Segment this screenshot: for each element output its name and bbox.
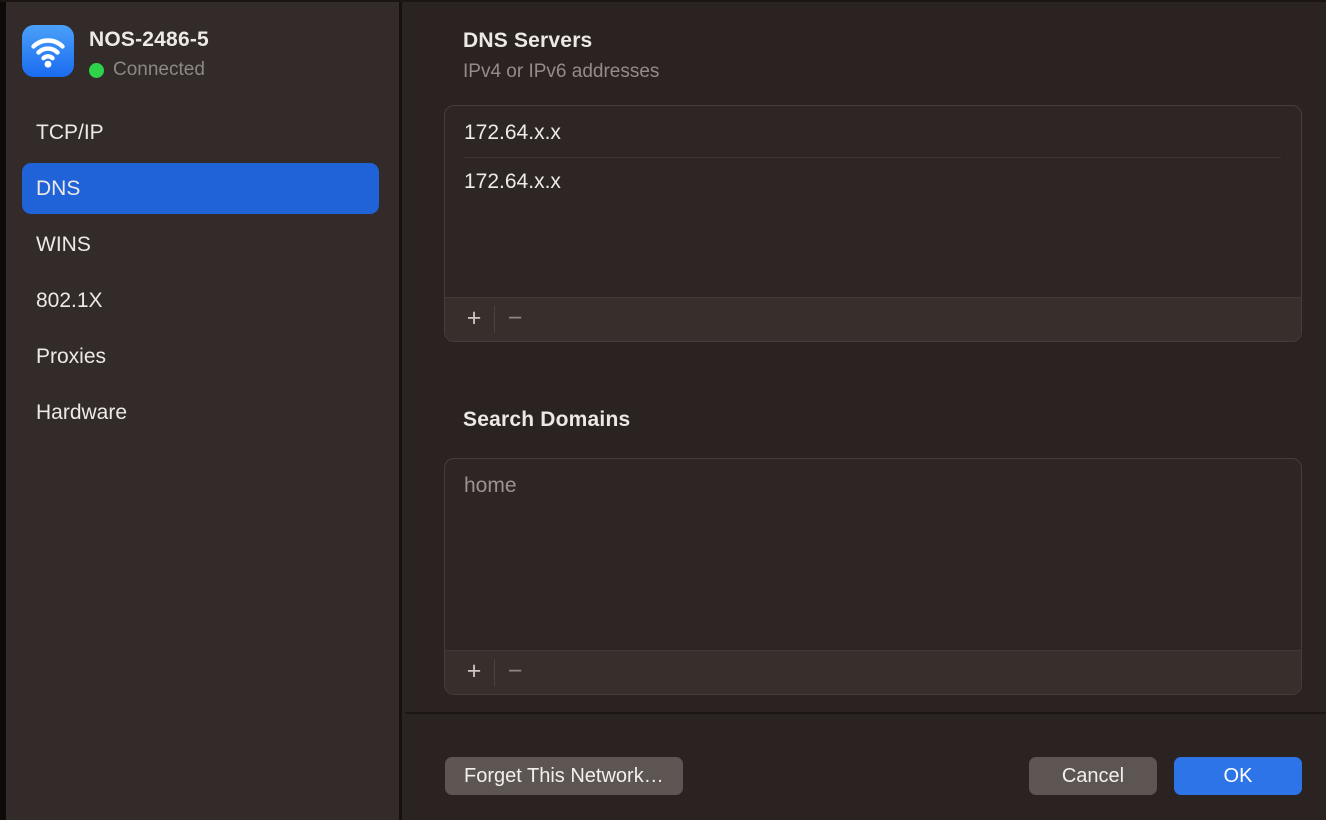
ok-button[interactable]: OK xyxy=(1174,757,1302,795)
network-header: NOS-2486-5 Connected xyxy=(22,25,379,81)
sidebar: NOS-2486-5 Connected TCP/IPDNSWINS802.1X… xyxy=(6,0,402,820)
sidebar-nav: TCP/IPDNSWINS802.1XProxiesHardware xyxy=(22,107,379,438)
footer-divider xyxy=(405,712,1326,714)
sidebar-item-proxies[interactable]: Proxies xyxy=(22,331,379,382)
search-domains-rows: home xyxy=(445,459,1301,650)
dns-remove-button[interactable]: − xyxy=(498,305,532,335)
dns-servers-rows: 172.64.x.x172.64.x.x xyxy=(445,106,1301,297)
dialog-actions: Cancel OK xyxy=(1029,757,1302,795)
search-domains-list: home + − xyxy=(444,458,1302,695)
wifi-icon xyxy=(22,25,74,77)
connected-status-label: Connected xyxy=(113,59,205,81)
forget-network-button[interactable]: Forget This Network… xyxy=(445,757,683,795)
search-domain-entry[interactable]: home xyxy=(445,461,1301,510)
sidebar-item-wins[interactable]: WINS xyxy=(22,219,379,270)
network-status: Connected xyxy=(89,59,209,81)
dns-servers-subtitle: IPv4 or IPv6 addresses xyxy=(463,61,659,83)
toolbar-divider xyxy=(494,659,495,686)
sidebar-item-802-1x[interactable]: 802.1X xyxy=(22,275,379,326)
dns-add-button[interactable]: + xyxy=(457,305,491,335)
search-domains-add-button[interactable]: + xyxy=(457,658,491,688)
network-name: NOS-2486-5 xyxy=(89,25,209,52)
details-panel: DNS Servers IPv4 or IPv6 addresses 172.6… xyxy=(405,0,1326,820)
search-domains-remove-button[interactable]: − xyxy=(498,658,532,688)
dns-servers-title: DNS Servers xyxy=(463,29,592,53)
sidebar-item-hardware[interactable]: Hardware xyxy=(22,387,379,438)
cancel-button[interactable]: Cancel xyxy=(1029,757,1157,795)
connected-status-dot xyxy=(89,63,104,78)
sidebar-item-dns[interactable]: DNS xyxy=(22,163,379,214)
search-domains-title: Search Domains xyxy=(463,408,630,432)
wifi-details-dialog: NOS-2486-5 Connected TCP/IPDNSWINS802.1X… xyxy=(0,0,1326,820)
search-domains-toolbar: + − xyxy=(445,650,1301,694)
toolbar-divider xyxy=(494,306,495,333)
dns-servers-list: 172.64.x.x172.64.x.x + − xyxy=(444,105,1302,342)
dns-server-entry[interactable]: 172.64.x.x xyxy=(445,108,1301,157)
dns-server-entry[interactable]: 172.64.x.x xyxy=(445,157,1301,206)
sidebar-item-tcp-ip[interactable]: TCP/IP xyxy=(22,107,379,158)
dns-servers-toolbar: + − xyxy=(445,297,1301,341)
network-meta: NOS-2486-5 Connected xyxy=(89,25,209,81)
